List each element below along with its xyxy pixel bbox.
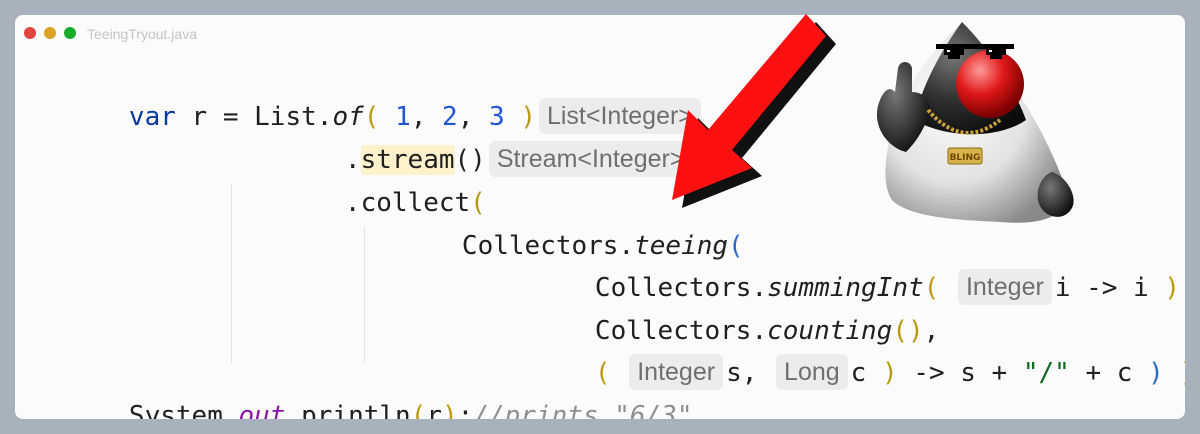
mascot-nose — [956, 50, 1024, 118]
mascot-chain-text: BLING — [950, 153, 981, 163]
duke-mascot: BLING — [876, 22, 1074, 223]
